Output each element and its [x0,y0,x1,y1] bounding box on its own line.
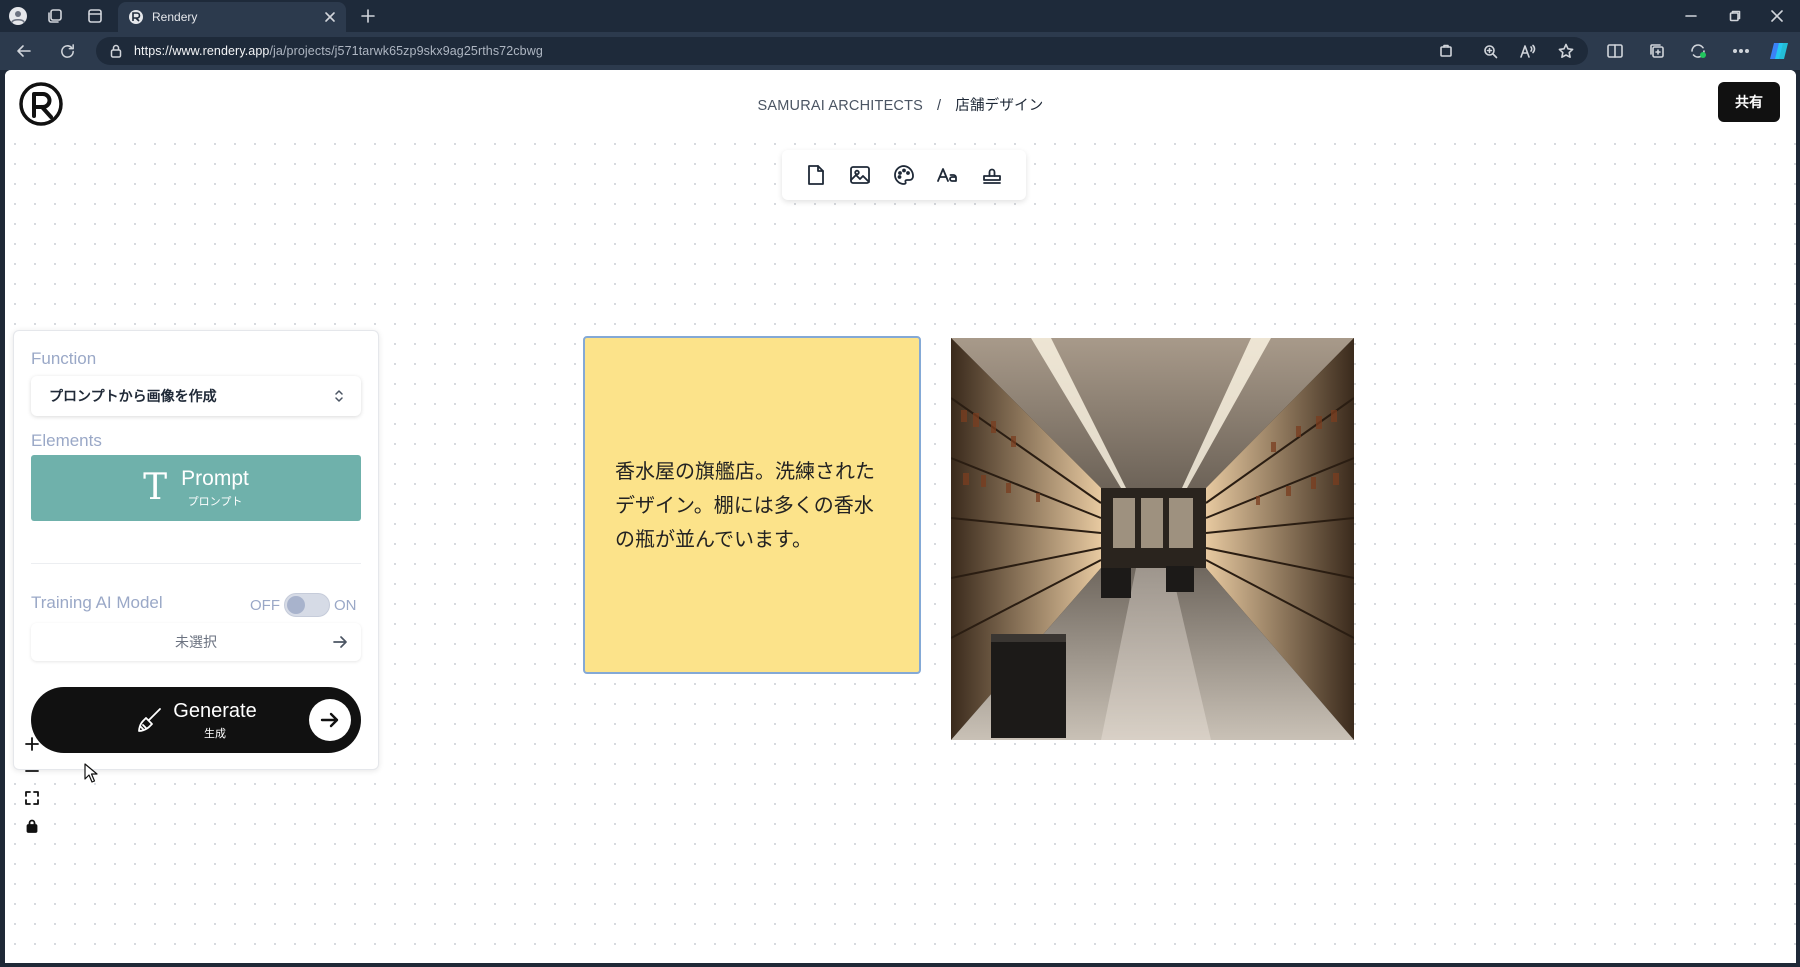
fullscreen-icon [25,791,39,805]
url-text: https://www.rendery.app/ja/projects/j571… [134,44,543,58]
paintbrush-icon [138,708,162,732]
tab-title: Rendery [152,10,198,24]
zoom-in-button[interactable] [21,733,43,755]
browser-tab-bar: Rendery [0,0,1800,32]
prompt-element-button[interactable]: T Prompt プロンプト [31,455,361,521]
note-icon [808,165,824,185]
lock-icon [26,819,38,833]
toggle-on-label: ON [334,596,357,614]
toggle-off-label: OFF [250,596,280,614]
rendery-favicon-icon [129,10,143,24]
restore-icon[interactable] [1726,7,1744,25]
panel-divider [31,563,361,564]
more-options-icon[interactable] [1732,42,1750,60]
breadcrumb-org[interactable]: SAMURAI ARCHITECTS [758,98,924,114]
model-select-value: 未選択 [175,635,217,651]
sticky-note-tool[interactable] [799,158,833,192]
copilot-icon[interactable] [1767,39,1791,63]
share-button[interactable]: 共有 [1718,82,1780,122]
browser-tab-rendery[interactable]: Rendery [118,2,346,32]
zoom-icon[interactable] [1481,42,1499,60]
function-label: Function [31,349,97,368]
app-header: SAMURAI ARCHITECTS / 店舗デザイン 共有 [5,70,1796,134]
profile-avatar-icon[interactable] [8,6,28,26]
prompt-element-title: Prompt [181,467,249,490]
read-aloud-icon[interactable] [1519,42,1537,60]
image-tool[interactable] [843,158,877,192]
palette-icon [894,165,914,185]
generated-store-image[interactable] [951,338,1354,740]
training-model-toggle[interactable] [284,593,330,617]
favorite-star-icon[interactable] [1557,42,1575,60]
tab-actions-icon[interactable] [86,7,104,25]
lock-view-button[interactable] [21,815,43,837]
minimize-icon[interactable] [1682,7,1700,25]
close-window-icon[interactable] [1768,7,1786,25]
breadcrumb: SAMURAI ARCHITECTS / 店舗デザイン [5,94,1796,115]
training-model-select[interactable]: 未選択 [31,623,361,661]
rendery-app: SAMURAI ARCHITECTS / 店舗デザイン 共有 Function プロ… [5,70,1796,963]
stamp-tool[interactable] [975,158,1009,192]
url-field[interactable]: https://www.rendery.app/ja/projects/j571… [96,37,1588,65]
breadcrumb-separator: / [937,98,942,114]
minus-icon [25,770,39,772]
generation-panel: Function プロンプトから画像を作成 Elements T Prompt … [13,330,379,770]
back-icon[interactable] [14,41,34,61]
text-aa-icon [937,168,957,182]
text-t-icon: T [143,467,168,508]
sticky-note-text: 香水屋の旗艦店。洗練されたデザイン。棚には多くの香水の瓶が並んでいます。 [615,459,875,551]
refresh-icon[interactable] [57,41,77,61]
browser-address-bar: https://www.rendery.app/ja/projects/j571… [0,32,1800,70]
split-screen-icon[interactable] [1606,42,1624,60]
stamp-icon [983,168,1001,184]
image-icon [850,166,870,184]
generate-button[interactable]: Generate 生成 [31,687,361,753]
close-tab-icon[interactable] [324,11,336,23]
mouse-cursor-icon [84,763,98,783]
browser-essentials-icon[interactable] [1689,42,1707,60]
toggle-knob [287,596,305,614]
training-toggle-group: OFF ON [250,593,357,617]
prompt-sticky-note[interactable]: 香水屋の旗艦店。洗練されたデザイン。棚には多くの香水の瓶が並んでいます。 [583,336,921,674]
breadcrumb-project[interactable]: 店舗デザイン [955,98,1043,114]
perfume-store-illustration [951,338,1354,740]
canvas-toolbar [782,150,1026,200]
lock-icon [110,44,122,58]
chevron-up-down-icon [335,390,343,402]
plus-icon [25,737,39,751]
color-palette-tool[interactable] [887,158,921,192]
app-available-icon[interactable] [1437,42,1455,60]
text-tool[interactable] [931,158,965,192]
arrow-right-icon [333,636,347,648]
function-select-value: プロンプトから画像を作成 [49,389,217,405]
new-tab-icon[interactable] [358,6,378,26]
elements-label: Elements [31,431,102,450]
generate-title: Generate [173,699,257,722]
generate-arrow-icon [309,699,351,741]
zoom-out-button[interactable] [21,760,43,782]
workspaces-icon[interactable] [46,7,64,25]
generate-subtitle: 生成 [203,726,226,740]
function-select[interactable]: プロンプトから画像を作成 [31,376,361,416]
fit-view-button[interactable] [21,787,43,809]
collections-icon[interactable] [1648,42,1666,60]
prompt-element-subtitle: プロンプト [187,495,243,508]
training-model-label: Training AI Model [31,593,163,612]
